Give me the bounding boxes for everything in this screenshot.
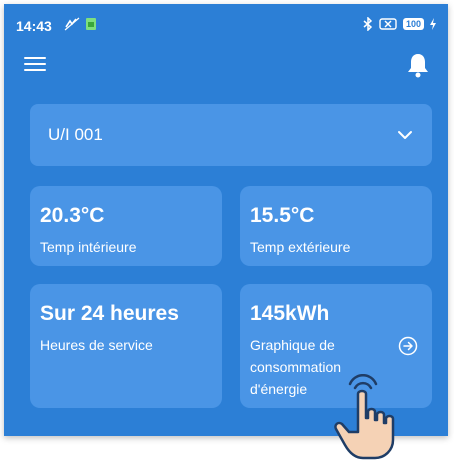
temp-interior-value: 20.3°C bbox=[40, 204, 105, 227]
app-screen: 14:43 100 U/I 001 20.3°C Temp intérieure… bbox=[4, 4, 448, 436]
bell-icon[interactable] bbox=[406, 52, 430, 78]
arrow-right-circle-icon[interactable] bbox=[398, 336, 418, 356]
hand-pointer-icon bbox=[334, 374, 395, 460]
device-selector-value: U/I 001 bbox=[48, 125, 103, 144]
status-left-icons bbox=[64, 17, 96, 31]
card-temp-interior: 20.3°C Temp intérieure bbox=[30, 186, 222, 266]
service-hours-value: Sur 24 heures bbox=[40, 302, 179, 325]
charging-icon bbox=[430, 18, 436, 30]
service-hours-label: Heures de service bbox=[40, 337, 153, 353]
status-bar: 14:43 100 bbox=[4, 4, 448, 40]
status-time: 14:43 bbox=[16, 18, 52, 34]
device-selector-dropdown[interactable]: U/I 001 bbox=[30, 104, 432, 166]
energy-value: 145kWh bbox=[250, 302, 330, 325]
temp-exterior-label: Temp extérieure bbox=[250, 239, 351, 255]
no-sim-icon bbox=[379, 18, 397, 30]
battery-level: 100 bbox=[402, 18, 424, 30]
card-service-hours: Sur 24 heures Heures de service bbox=[30, 284, 222, 408]
temp-exterior-value: 15.5°C bbox=[250, 204, 315, 227]
chevron-down-icon bbox=[398, 131, 412, 139]
sim-card-icon bbox=[86, 18, 96, 30]
bluetooth-icon bbox=[363, 17, 373, 31]
temp-interior-label: Temp intérieure bbox=[40, 239, 137, 255]
status-right-icons: 100 bbox=[363, 17, 436, 31]
card-temp-exterior: 15.5°C Temp extérieure bbox=[240, 186, 432, 266]
hamburger-menu-icon[interactable] bbox=[24, 56, 46, 72]
call-forward-icon bbox=[64, 17, 80, 31]
